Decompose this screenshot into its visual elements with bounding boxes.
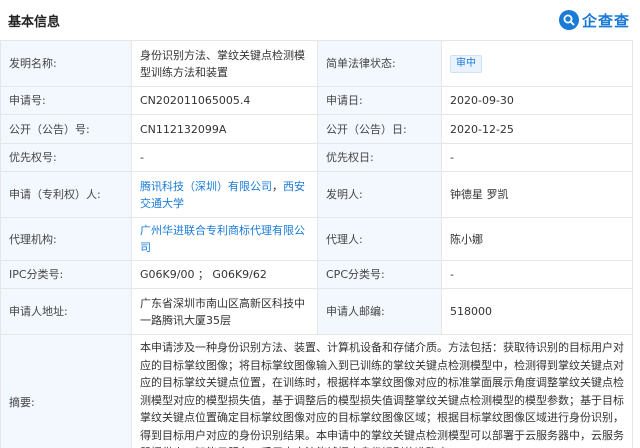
abstract-cell: 本申请涉及一种身份识别方法、装置、计算机设备和存储介质。方法包括：获取待识别的目… xyxy=(131,334,633,448)
table-row: 申请号: CN202011065005.4 申请日: 2020-09-30 xyxy=(0,86,633,115)
priority-no-value: - xyxy=(131,143,318,172)
table-row: 代理机构: 广州华进联合专利商标代理有限公司 代理人: 陈小娜 xyxy=(0,217,633,261)
invention-name-label: 发明名称: xyxy=(0,40,132,87)
publication-date-label: 公开（公告）日: xyxy=(317,114,442,144)
legal-status-label: 简单法律状态: xyxy=(317,40,442,87)
table-row: 申请（专利权）人: 腾讯科技（深圳）有限公司，西安交通大学 发明人: 钟德星 罗… xyxy=(0,171,633,218)
ipc-value: G06K9/00 ； G06K9/62 xyxy=(131,260,318,289)
priority-no-label: 优先权号: xyxy=(0,143,132,172)
agency-label: 代理机构: xyxy=(0,217,132,261)
application-date-value: 2020-09-30 xyxy=(441,86,633,115)
legal-status-cell: 审中 xyxy=(441,40,633,87)
section-title: 基本信息 xyxy=(8,14,61,30)
address-label: 申请人地址: xyxy=(0,288,132,335)
publication-date-value: 2020-12-25 xyxy=(441,114,633,144)
application-no-value: CN202011065005.4 xyxy=(131,86,318,115)
inventor-value: 钟德星 罗凯 xyxy=(441,171,633,218)
applicant-label: 申请（专利权）人: xyxy=(0,171,132,218)
qcc-logo-icon xyxy=(558,10,579,30)
postcode-value: 518000 xyxy=(441,288,633,335)
application-no-label: 申请号: xyxy=(0,86,132,115)
publication-no-label: 公开（公告）号: xyxy=(0,114,132,144)
application-date-label: 申请日: xyxy=(317,86,442,115)
table-row: 申请人地址: 广东省深圳市南山区高新区科技中一路腾讯大厦35层 申请人邮编: 5… xyxy=(0,288,633,335)
abstract-label: 摘要: xyxy=(0,334,132,448)
patent-info-table: 发明名称: 身份识别方法、掌纹关键点检测模型训练方法和装置 简单法律状态: 审中… xyxy=(0,40,633,448)
agent-value: 陈小娜 xyxy=(441,217,633,261)
cpc-value: - xyxy=(441,260,633,289)
publication-no-value: CN112132099A xyxy=(131,114,318,144)
postcode-label: 申请人邮编: xyxy=(317,288,442,335)
cpc-label: CPC分类号: xyxy=(317,260,442,289)
ipc-label: IPC分类号: xyxy=(0,260,132,289)
qcc-logo-text: 企查查 xyxy=(581,11,630,30)
patent-info-page: 基本信息 企查查 发明名称: 身份识别方法、掌纹关键点检测模型训练方法和装置 简… xyxy=(0,0,640,448)
table-row: 摘要: 本申请涉及一种身份识别方法、装置、计算机设备和存储介质。方法包括：获取待… xyxy=(0,334,633,448)
table-row: 公开（公告）号: CN112132099A 公开（公告）日: 2020-12-2… xyxy=(0,114,633,144)
qcc-logo[interactable]: 企查查 xyxy=(558,10,630,31)
invention-name-value: 身份识别方法、掌纹关键点检测模型训练方法和装置 xyxy=(131,40,318,87)
table-row: IPC分类号: G06K9/00 ； G06K9/62 CPC分类号: - xyxy=(0,260,633,289)
table-row: 发明名称: 身份识别方法、掌纹关键点检测模型训练方法和装置 简单法律状态: 审中 xyxy=(0,40,633,87)
agent-label: 代理人: xyxy=(317,217,442,261)
applicant-link-tencent[interactable]: 腾讯科技（深圳）有限公司 xyxy=(140,180,272,193)
inventor-label: 发明人: xyxy=(317,171,442,218)
agency-value: 广州华进联合专利商标代理有限公司 xyxy=(131,217,318,261)
priority-date-label: 优先权日: xyxy=(317,143,442,172)
priority-date-value: - xyxy=(441,143,633,172)
table-row: 优先权号: - 优先权日: - xyxy=(0,143,633,172)
agency-link[interactable]: 广州华进联合专利商标代理有限公司 xyxy=(140,224,305,254)
status-badge: 审中 xyxy=(450,55,482,73)
applicant-separator: ， xyxy=(272,179,283,193)
applicant-value: 腾讯科技（深圳）有限公司，西安交通大学 xyxy=(131,171,318,218)
section-header: 基本信息 企查查 xyxy=(0,0,640,40)
abstract-text: 本申请涉及一种身份识别方法、装置、计算机设备和存储介质。方法包括：获取待识别的目… xyxy=(140,341,624,448)
address-value: 广东省深圳市南山区高新区科技中一路腾讯大厦35层 xyxy=(131,288,318,335)
